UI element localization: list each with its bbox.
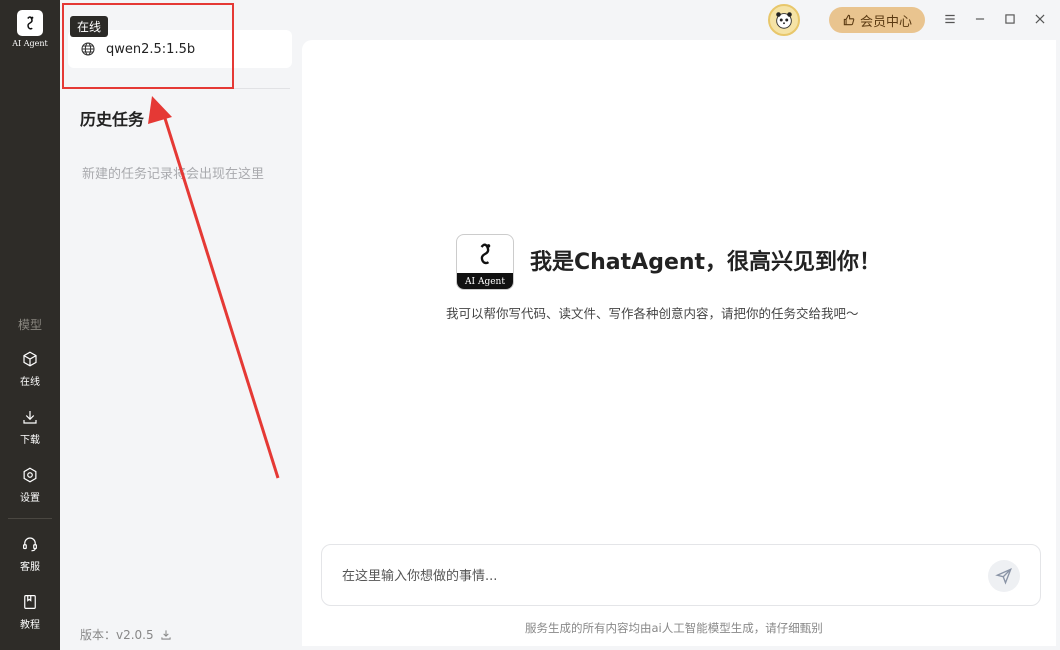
rail-item-download[interactable]: 下载 (0, 408, 60, 446)
user-avatar[interactable] (768, 4, 800, 36)
minimize-icon (975, 18, 985, 20)
rail-section-models: 模型 (17, 318, 42, 332)
agent-logo-icon (480, 243, 491, 265)
version-label: 版本：v2.0.5 (80, 628, 154, 642)
welcome-logo-text: AI Agent (457, 273, 513, 289)
panda-avatar-icon (776, 12, 792, 29)
vip-center-button[interactable]: 会员中心 (829, 7, 925, 33)
history-empty-text: 新建的任务记录将会出现在这里 (82, 167, 265, 182)
app-logo: AI Agent (10, 10, 50, 50)
headset-icon (23, 537, 37, 552)
download-update-icon[interactable] (159, 628, 173, 642)
maximize-button[interactable] (1000, 9, 1020, 29)
settings-icon (23, 467, 37, 483)
send-icon (995, 567, 1012, 585)
download-icon (23, 411, 37, 424)
close-icon (1035, 14, 1045, 24)
message-input[interactable] (342, 565, 962, 587)
close-button[interactable] (1030, 9, 1050, 29)
rail-item-label: 下载 (20, 435, 40, 446)
welcome-title: 我是ChatAgent，很高兴见到你！ (530, 250, 882, 275)
message-composer (321, 544, 1041, 606)
history-title: 历史任务 (80, 110, 145, 129)
annotation-highlight-box (62, 3, 234, 89)
rail-item-settings[interactable]: 设置 (0, 466, 60, 504)
nav-rail: AI Agent 模型 在线 下载 设置 客服 教程 (0, 0, 60, 650)
welcome-logo: AI Agent (456, 234, 514, 290)
vip-center-label: 会员中心 (859, 14, 912, 30)
rail-item-label: 设置 (20, 493, 40, 504)
menu-button[interactable] (940, 9, 960, 29)
app-logo-icon (17, 10, 43, 36)
rail-item-label: 客服 (20, 562, 40, 573)
thumbs-up-icon (843, 14, 855, 26)
rail-item-label: 教程 (20, 620, 40, 631)
rail-divider (8, 518, 52, 519)
send-button[interactable] (988, 560, 1020, 592)
app-logo-text: AI Agent (12, 39, 48, 48)
rail-item-label: 在线 (20, 377, 40, 388)
model-panel: 在线 qwen2.5:1.5b 历史任务 新建的任务记录将会出现在这里 版本：v… (60, 0, 302, 650)
ai-disclaimer: 服务生成的所有内容均由ai人工智能模型生成，请仔细甄别 (525, 621, 823, 635)
rail-item-support[interactable]: 客服 (0, 535, 60, 573)
rail-item-online[interactable]: 在线 (0, 350, 60, 388)
cube-icon (23, 351, 37, 367)
book-icon (24, 595, 36, 609)
maximize-icon (1005, 14, 1015, 24)
welcome-subtitle: 我可以帮你写代码、读文件、写作各种创意内容，请把你的任务交给我吧～ (446, 306, 859, 321)
rail-item-tutorial[interactable]: 教程 (0, 593, 60, 631)
version-info: 版本：v2.0.5 (80, 626, 173, 643)
hamburger-icon (945, 14, 955, 24)
minimize-button[interactable] (970, 9, 990, 29)
